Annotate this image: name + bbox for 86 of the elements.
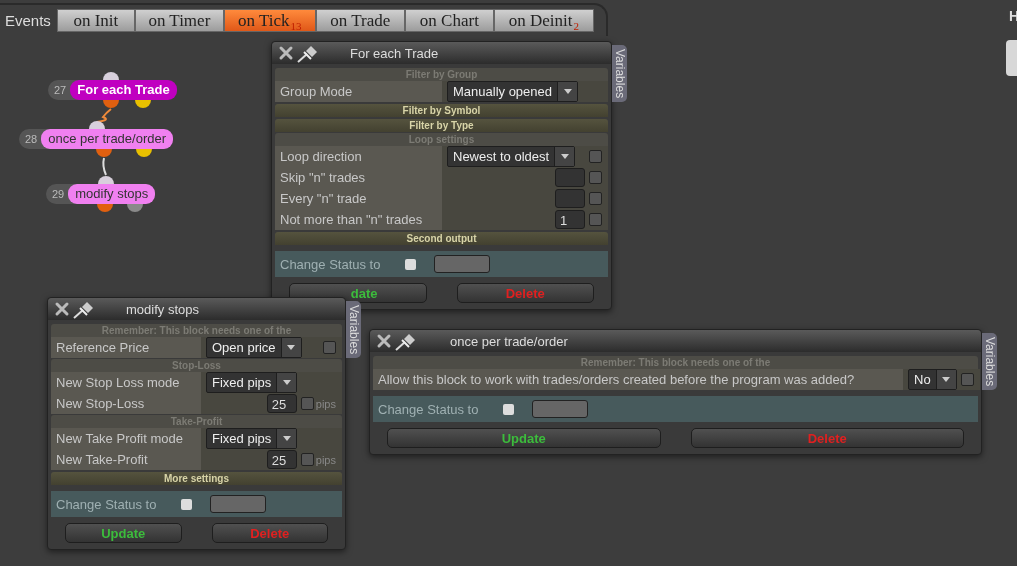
checkbox[interactable] bbox=[300, 453, 314, 466]
checkbox[interactable] bbox=[589, 213, 602, 226]
field-label: Loop direction bbox=[275, 146, 442, 167]
window-title: modify stops bbox=[126, 301, 199, 317]
number-input[interactable] bbox=[555, 189, 585, 208]
window-title: once per trade/order bbox=[450, 333, 568, 349]
status-checkbox[interactable] bbox=[181, 498, 192, 510]
output-port[interactable] bbox=[97, 204, 113, 212]
events-label: Events bbox=[5, 12, 51, 29]
status-checkbox[interactable] bbox=[503, 403, 514, 415]
dropdown[interactable]: Fixed pips bbox=[206, 428, 298, 449]
field-label: Group Mode bbox=[275, 81, 442, 102]
close-icon[interactable] bbox=[278, 45, 294, 61]
number-input[interactable]: 1 bbox=[555, 210, 585, 229]
event-tab[interactable]: on Timer bbox=[134, 9, 224, 32]
section-header[interactable]: More settings bbox=[51, 472, 342, 485]
checkbox[interactable] bbox=[589, 192, 602, 205]
input-port[interactable] bbox=[98, 176, 114, 184]
block-node[interactable]: For each Trade bbox=[70, 80, 177, 100]
status-label: Change Status to bbox=[280, 256, 382, 272]
checkbox[interactable] bbox=[323, 341, 336, 354]
field-label: Skip "n" trades bbox=[275, 167, 442, 188]
event-tab[interactable]: on Tick$_{13}$ bbox=[223, 9, 316, 32]
caret-icon bbox=[560, 154, 569, 159]
input-port[interactable] bbox=[103, 72, 119, 80]
section-header[interactable]: Filter by Type bbox=[275, 119, 608, 132]
status-field[interactable] bbox=[532, 400, 588, 418]
pin-icon[interactable] bbox=[394, 331, 418, 351]
close-icon[interactable] bbox=[376, 333, 392, 349]
block-node[interactable]: once per trade/order bbox=[41, 129, 174, 149]
field-label: Every "n" trade bbox=[275, 188, 442, 209]
input-port[interactable] bbox=[89, 121, 105, 129]
update-button[interactable]: Update bbox=[387, 428, 661, 448]
status-field[interactable] bbox=[434, 255, 490, 273]
dropdown[interactable]: Fixed pips bbox=[206, 372, 298, 393]
checkbox[interactable] bbox=[589, 171, 602, 184]
event-tab[interactable]: on Chart bbox=[404, 9, 494, 32]
side-panel-handle[interactable] bbox=[1006, 40, 1017, 76]
variables-tab[interactable]: Variables bbox=[346, 301, 361, 359]
output-port[interactable] bbox=[96, 149, 112, 157]
field-label: Allow this block to work with trades/orders created before the program was added? bbox=[373, 369, 903, 390]
caret-icon bbox=[282, 436, 291, 441]
checkbox[interactable] bbox=[589, 150, 602, 163]
pin-icon[interactable] bbox=[72, 299, 96, 319]
section-header[interactable]: Filter by Symbol bbox=[275, 104, 608, 117]
output-port[interactable] bbox=[136, 149, 152, 157]
unit-label: pips bbox=[315, 397, 336, 410]
field-label: New Stop-Loss bbox=[51, 393, 201, 414]
field-label: Not more than "n" trades bbox=[275, 209, 442, 230]
caret-icon bbox=[942, 377, 951, 382]
pin-icon[interactable] bbox=[296, 43, 320, 63]
field-label: New Take-Profit bbox=[51, 449, 201, 470]
event-tab[interactable]: on Trade bbox=[315, 9, 405, 32]
output-port[interactable] bbox=[103, 100, 119, 108]
caret-icon bbox=[563, 89, 572, 94]
status-label: Change Status to bbox=[56, 496, 158, 512]
block-node[interactable]: modify stops bbox=[68, 184, 156, 204]
dropdown[interactable]: Newest to oldest bbox=[447, 146, 576, 167]
output-port[interactable] bbox=[127, 204, 143, 212]
status-checkbox[interactable] bbox=[405, 258, 416, 270]
dropdown[interactable]: Open price bbox=[206, 337, 302, 358]
caret-icon bbox=[287, 345, 296, 350]
status-field[interactable] bbox=[210, 495, 266, 513]
event-tab[interactable]: on Init bbox=[56, 9, 135, 32]
field-label: New Take Profit mode bbox=[51, 428, 201, 449]
connector-line bbox=[102, 157, 107, 176]
event-tab[interactable]: on Deinit$_{2}$ bbox=[493, 9, 594, 32]
caret-icon bbox=[282, 380, 291, 385]
variables-tab[interactable]: Variables bbox=[982, 333, 997, 391]
variables-tab[interactable]: Variables bbox=[612, 45, 627, 103]
field-label: Reference Price bbox=[51, 337, 201, 358]
number-input[interactable]: 25 bbox=[266, 450, 297, 469]
checkbox[interactable] bbox=[960, 373, 974, 386]
section-header[interactable]: Second output bbox=[275, 232, 608, 245]
checkbox[interactable] bbox=[300, 397, 314, 410]
output-port[interactable] bbox=[135, 100, 151, 108]
update-button[interactable]: Update bbox=[65, 523, 182, 543]
close-icon[interactable] bbox=[54, 301, 70, 317]
window-title: For each Trade bbox=[350, 45, 439, 61]
number-input[interactable]: 25 bbox=[266, 394, 297, 413]
status-label: Change Status to bbox=[378, 401, 480, 417]
field-label: New Stop Loss mode bbox=[51, 372, 201, 393]
unit-label: pips bbox=[315, 453, 336, 466]
dropdown[interactable]: Manually opened bbox=[447, 81, 579, 102]
dropdown[interactable]: No bbox=[908, 369, 957, 390]
number-input[interactable] bbox=[555, 168, 585, 187]
